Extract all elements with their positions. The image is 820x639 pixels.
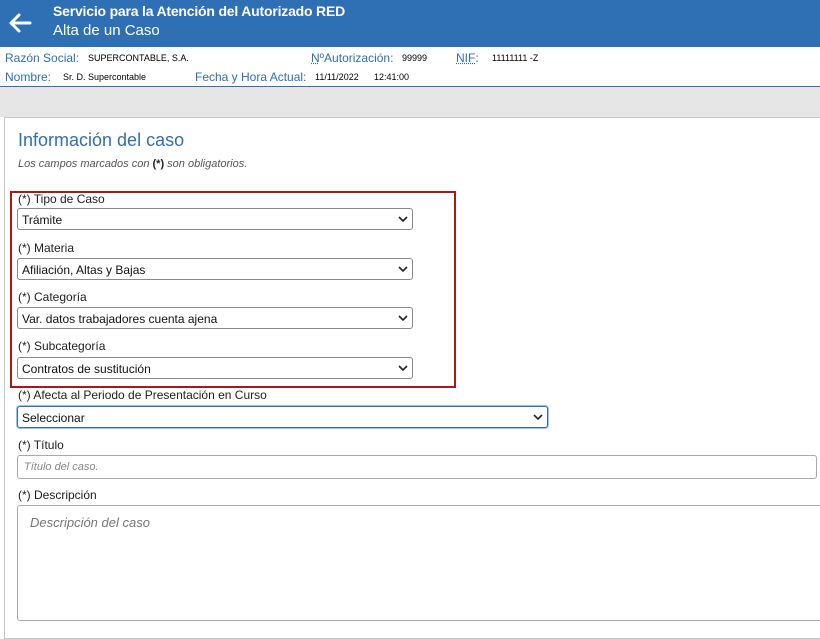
note-mark: (*): [152, 158, 165, 170]
autorizacion-label-rest: ºAutorización:: [319, 51, 394, 65]
razon-social-label: Razón Social:: [5, 51, 80, 65]
autorizacion-abbr: N: [311, 51, 320, 65]
fecha-value: 11/11/2022: [315, 72, 359, 82]
app-header: Servicio para la Atención del Autorizado…: [0, 0, 820, 47]
chevron-down-icon: [533, 414, 543, 421]
autorizacion-label: NºAutorización:: [311, 51, 393, 65]
nif-colon: :: [475, 51, 479, 65]
titulo-input[interactable]: Título del caso.: [17, 455, 817, 479]
periodo-value: Seleccionar: [22, 411, 85, 425]
section-title: Información del caso: [18, 130, 185, 150]
back-arrow-icon[interactable]: [6, 9, 34, 37]
page-title: Alta de un Caso: [53, 22, 160, 39]
note-text-after: son obligatorios.: [164, 158, 248, 170]
required-note: Los campos marcados con (*) son obligato…: [18, 158, 247, 170]
highlight-box: [10, 191, 456, 388]
periodo-select[interactable]: Seleccionar: [17, 406, 548, 428]
nombre-value: Sr. D. Supercontable: [63, 72, 147, 82]
gray-spacer: [0, 87, 820, 117]
titulo-placeholder: Título del caso.: [24, 461, 99, 473]
nif-abbr: NIF: [456, 51, 476, 65]
nif-label: NIF:: [456, 51, 479, 65]
descripcion-textarea[interactable]: Descripción del caso: [17, 505, 820, 621]
descripcion-label: (*) Descripción: [18, 488, 97, 502]
nombre-label: Nombre:: [5, 70, 52, 84]
hora-value: 12:41:00: [374, 72, 410, 82]
nif-value: 11111111 -Z: [492, 53, 539, 63]
info-bar-user: Nombre: Sr. D. Supercontable Fecha y Hor…: [0, 67, 820, 87]
app-title: Servicio para la Atención del Autorizado…: [53, 3, 346, 19]
note-text-before: Los campos marcados con: [18, 158, 153, 170]
descripcion-placeholder: Descripción del caso: [30, 515, 150, 530]
info-bar-company: Razón Social: SUPERCONTABLE, S.A. NºAuto…: [0, 48, 820, 68]
fecha-label: Fecha y Hora Actual:: [195, 70, 307, 84]
periodo-label: (*) Afecta al Periodo de Presentación en…: [18, 388, 267, 402]
autorizacion-value: 99999: [402, 53, 428, 63]
titulo-label: (*) Título: [18, 438, 64, 452]
razon-social-value: SUPERCONTABLE, S.A.: [88, 53, 189, 63]
